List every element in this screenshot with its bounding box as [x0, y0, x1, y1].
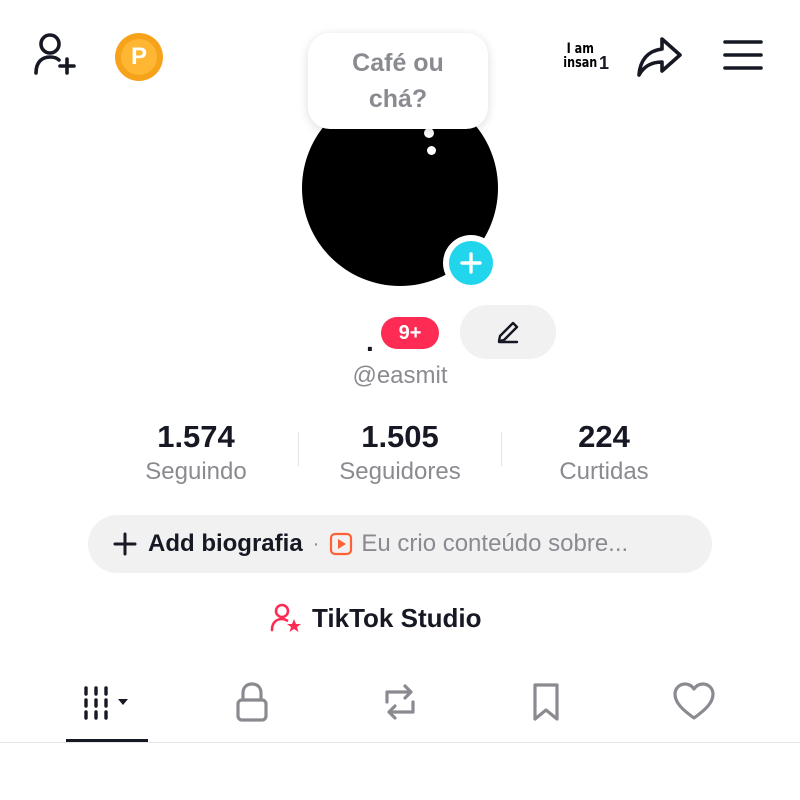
bubble-tail-dot [427, 146, 436, 155]
notification-badge[interactable]: 9+ [381, 317, 439, 349]
profile-handle: @easmit [352, 362, 448, 389]
edit-profile-button[interactable] [460, 305, 556, 359]
add-story-button[interactable] [443, 235, 499, 291]
tab-videos[interactable] [66, 676, 148, 728]
tiktok-studio-button[interactable]: TikTok Studio [270, 598, 481, 638]
stat-following[interactable]: 1.574 Seguindo [96, 420, 296, 486]
story-avatar[interactable]: I am insan [556, 32, 604, 80]
coin-icon: P [121, 39, 157, 75]
stat-likes[interactable]: 224 Curtidas [504, 420, 704, 486]
heart-icon [673, 682, 715, 720]
profile-name: . [366, 326, 374, 357]
user-star-icon [270, 603, 301, 632]
bookmark-icon [533, 683, 559, 721]
tiktok-studio-label: TikTok Studio [312, 602, 482, 633]
tab-bar-divider [0, 742, 800, 743]
lock-icon [236, 682, 268, 722]
stat-followers[interactable]: 1.505 Seguidores [300, 420, 500, 486]
repost-icon [385, 684, 415, 720]
stat-value: 224 [578, 419, 630, 454]
tab-private[interactable] [222, 676, 282, 728]
bio-suggestion[interactable]: Eu crio conteúdo sobre... [361, 530, 628, 558]
plus-icon [449, 241, 493, 285]
bubble-tail [424, 128, 434, 138]
coin-button[interactable]: P [115, 33, 163, 81]
story-avatar-text: I am insan [562, 41, 597, 71]
add-friend-icon[interactable] [30, 30, 82, 82]
grid-dropdown-icon [84, 686, 128, 720]
bio-separator: · [312, 532, 320, 555]
stat-label: Curtidas [559, 458, 649, 485]
stat-divider [298, 432, 299, 466]
story-count: 1 [599, 53, 610, 73]
stat-divider [501, 432, 502, 466]
pencil-icon [497, 321, 519, 344]
note-bubble[interactable]: Café ou chá? [308, 33, 488, 129]
note-bubble-text: Café ou chá? [352, 49, 444, 113]
stat-value: 1.505 [361, 419, 439, 454]
stat-label: Seguindo [145, 458, 247, 485]
hamburger-menu-icon[interactable] [718, 30, 768, 80]
stat-value: 1.574 [157, 419, 235, 454]
plus-icon [113, 532, 137, 556]
add-bio-button[interactable]: Add biografia [148, 530, 303, 558]
play-square-icon [330, 532, 353, 556]
tab-liked[interactable] [664, 676, 724, 728]
share-arrow-icon[interactable] [632, 30, 686, 84]
stat-label: Seguidores [339, 458, 461, 485]
tab-saved[interactable] [516, 676, 576, 728]
bio-bar[interactable]: Add biografia · Eu crio conteúdo sobre..… [88, 515, 712, 573]
tab-reposts[interactable] [370, 676, 430, 728]
